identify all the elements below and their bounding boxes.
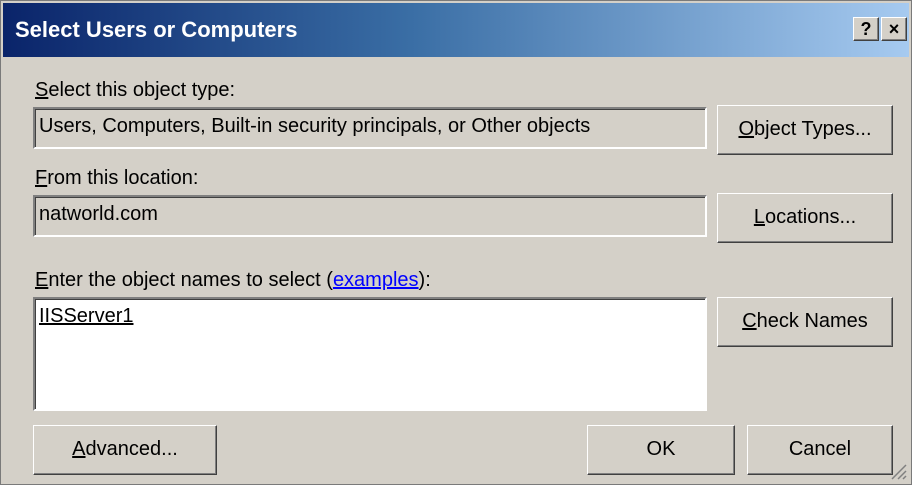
resolved-name: IISServer1 <box>39 305 134 327</box>
select-users-dialog: Select Users or Computers ? × Select thi… <box>0 0 912 485</box>
location-label: From this location: <box>35 167 199 189</box>
close-button[interactable]: × <box>881 17 907 41</box>
dialog-title: Select Users or Computers <box>15 17 298 42</box>
close-icon: × <box>888 19 900 39</box>
cancel-button[interactable]: Cancel <box>747 425 893 475</box>
help-button[interactable]: ? <box>853 17 879 41</box>
check-names-button[interactable]: Check Names <box>717 297 893 347</box>
object-types-button[interactable]: Object Types... <box>717 105 893 155</box>
object-type-label: Select this object type: <box>35 79 236 101</box>
resize-grip-icon[interactable] <box>889 462 907 480</box>
locations-button[interactable]: Locations... <box>717 193 893 243</box>
object-names-input[interactable]: IISServer1 <box>33 297 707 411</box>
help-icon: ? <box>860 19 872 39</box>
advanced-button[interactable]: Advanced... <box>33 425 217 475</box>
examples-link[interactable]: examples <box>333 269 419 291</box>
location-field: natworld.com <box>33 195 707 237</box>
ok-button[interactable]: OK <box>587 425 735 475</box>
object-names-label: Enter the object names to select (exampl… <box>35 269 431 291</box>
object-type-field: Users, Computers, Built-in security prin… <box>33 107 707 149</box>
title-bar[interactable]: Select Users or Computers ? × <box>3 3 909 57</box>
